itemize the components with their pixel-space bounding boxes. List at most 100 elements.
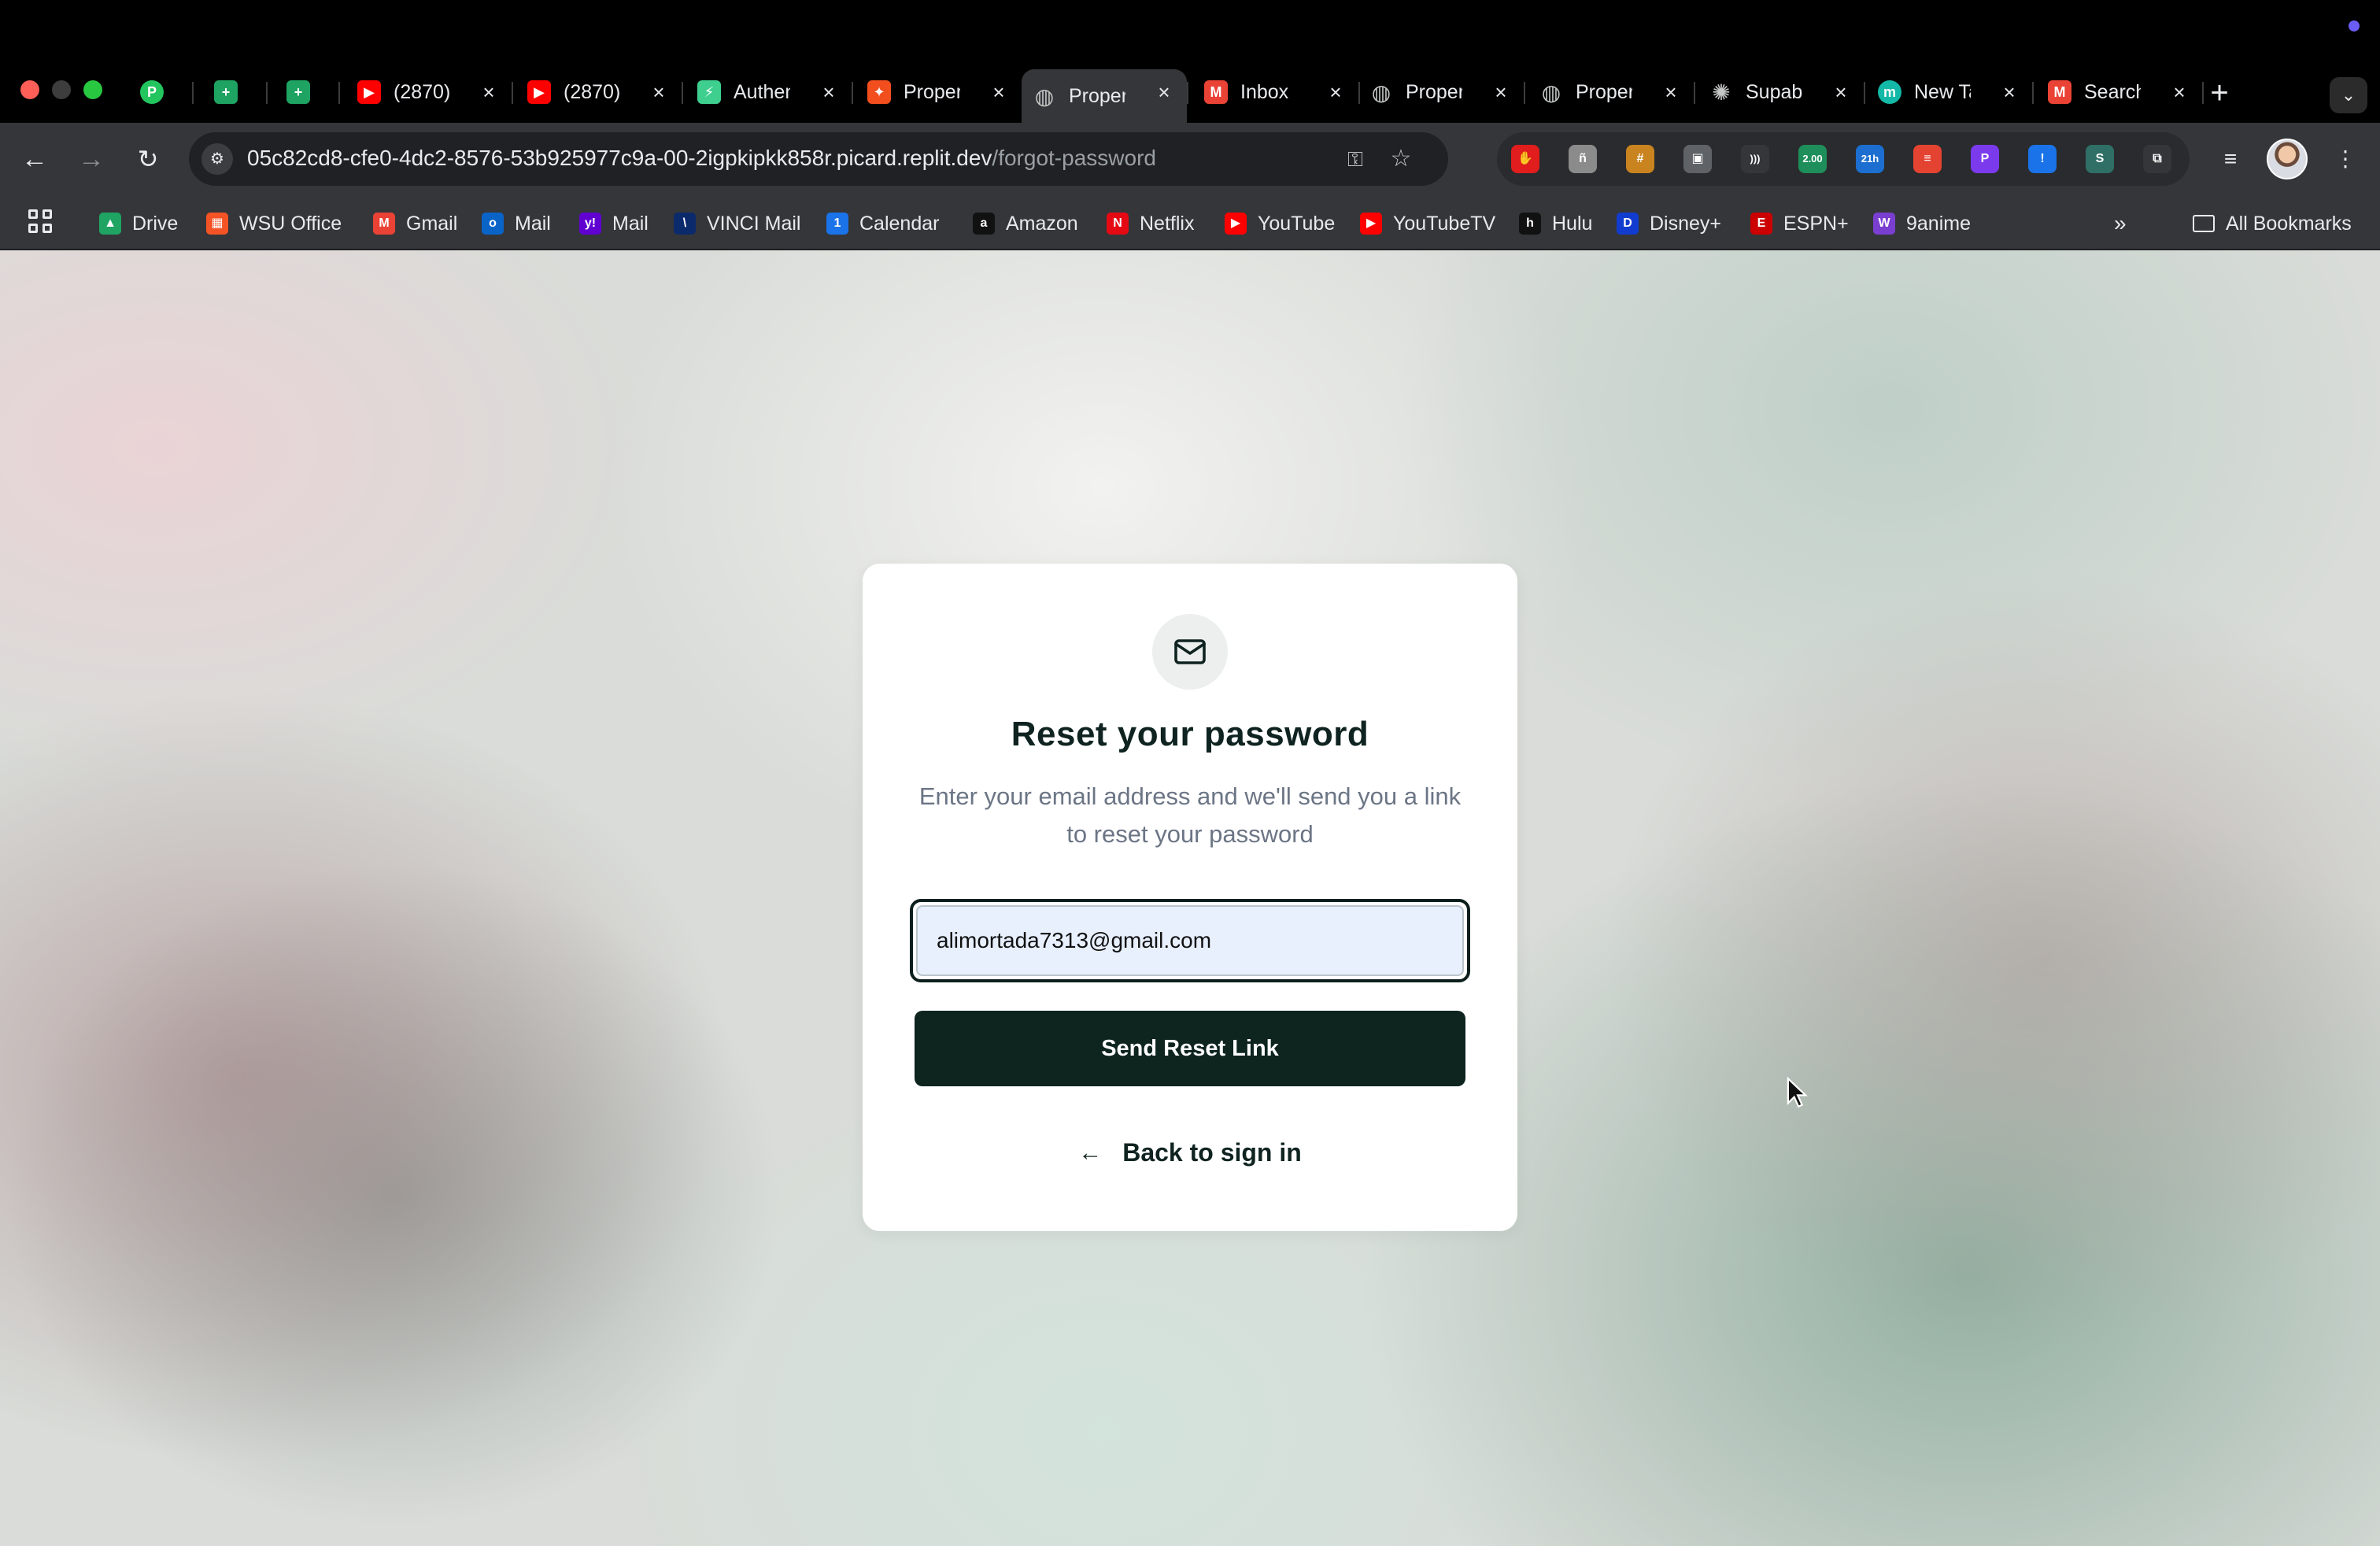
forward-button[interactable]: →	[74, 142, 109, 176]
tab-search-button[interactable]: ⌄	[2330, 77, 2367, 113]
bookmark-item[interactable]: ▲ Drive	[99, 209, 178, 238]
bookmark-item[interactable]: E ESPN+	[1750, 209, 1849, 238]
speed-icon[interactable]: 2.00	[1798, 145, 1827, 173]
bookmark-item[interactable]: N Netflix	[1107, 209, 1194, 238]
media-control-icon[interactable]: ≡	[2213, 142, 2248, 176]
system-menubar	[0, 0, 2380, 58]
tab-title: Property	[1406, 80, 1462, 103]
s-icon[interactable]: S	[2086, 145, 2114, 173]
url-path: /forgot-password	[992, 146, 1156, 170]
browser-tab[interactable]: ✦ Property ×	[856, 69, 1023, 115]
tab-title: Property	[904, 80, 960, 103]
close-tab-icon[interactable]: ×	[477, 80, 501, 104]
browser-tab[interactable]: m New Tab ×	[1867, 69, 2034, 115]
bookmark-item[interactable]: ▶ YouTubeTV	[1360, 209, 1495, 238]
browser-tab[interactable]: M Inbox ×	[1193, 69, 1360, 115]
send-reset-link-button[interactable]: Send Reset Link	[915, 1011, 1465, 1086]
bookmark-item[interactable]: y! Mail	[579, 209, 649, 238]
close-tab-icon[interactable]: ×	[1659, 80, 1683, 104]
browser-toolbar: ← → ↻ ⚙ 05c82cd8-cfe0-4dc2-8576-53b92597…	[0, 123, 2380, 195]
browser-tab[interactable]: ◍ Property ×	[1022, 69, 1188, 123]
bookmark-item[interactable]: a Amazon	[973, 209, 1078, 238]
browser-tab[interactable]: +	[275, 69, 340, 115]
address-bar[interactable]: ⚙ 05c82cd8-cfe0-4dc2-8576-53b925977c9a-0…	[189, 132, 1448, 186]
sheets-icon: +	[286, 80, 310, 104]
bookmark-item[interactable]: ▶ YouTube	[1225, 209, 1335, 238]
close-tab-icon[interactable]: ×	[2168, 80, 2191, 104]
bookmark-item[interactable]: M Gmail	[373, 209, 457, 238]
bookmark-item[interactable]: \ VINCI Mail	[674, 209, 800, 238]
all-bookmarks-label: All Bookmarks	[2226, 212, 2352, 235]
info-icon[interactable]: !	[2028, 145, 2057, 173]
bookmarks-bar: ▲ Drive ▦ WSU Office M Gmail o Mail y! Mail \ VINCI…	[0, 195, 2380, 250]
sheets-icon: +	[214, 80, 238, 104]
password-key-icon[interactable]: ⚿	[1340, 143, 1371, 175]
bookmark-label: Drive	[132, 212, 179, 235]
menu-kebab-icon[interactable]: ⋮	[2328, 142, 2363, 176]
youtube-icon: ▶	[527, 80, 551, 104]
yahoo-icon: y!	[579, 213, 601, 235]
browser-tab[interactable]: M Search ×	[2037, 69, 2204, 115]
minimize-window-button[interactable]	[52, 80, 71, 99]
back-button[interactable]: ←	[17, 142, 52, 176]
close-window-button[interactable]	[20, 80, 39, 99]
page-subtitle: Enter your email address and we'll send …	[918, 782, 1462, 848]
all-bookmarks-folder[interactable]: All Bookmarks	[2193, 209, 2352, 238]
url-host: 05c82cd8-cfe0-4dc2-8576-53b925977c9a-00-…	[247, 146, 992, 170]
bookmark-label: ESPN+	[1783, 212, 1849, 235]
browser-tab[interactable]: ✺ Supabase ×	[1698, 69, 1865, 115]
browser-tab[interactable]: ◍ Property ×	[1528, 69, 1695, 115]
audio-icon[interactable]: )))	[1741, 145, 1769, 173]
profile-avatar[interactable]	[2267, 139, 2308, 179]
browser-tab[interactable]: P	[129, 69, 194, 115]
close-tab-icon[interactable]: ×	[817, 80, 841, 104]
bookmark-label: VINCI Mail	[707, 212, 801, 235]
apps-grid-icon[interactable]	[28, 209, 54, 235]
more-bookmarks-chevron-icon[interactable]: »	[2114, 209, 2127, 238]
extension-gray-icon[interactable]: ñ	[1569, 145, 1597, 173]
timer-icon[interactable]: 21h	[1856, 145, 1884, 173]
gmail-icon: M	[1204, 80, 1228, 104]
close-tab-icon[interactable]: ×	[987, 80, 1011, 104]
extension-orange-icon[interactable]: #	[1626, 145, 1654, 173]
browser-tab[interactable]: ◍ Property ×	[1358, 69, 1525, 115]
close-tab-icon[interactable]: ×	[1998, 80, 2021, 104]
producthunt-icon: P	[140, 80, 164, 104]
bookmark-item[interactable]: W 9anime	[1873, 209, 1971, 238]
hulu-icon: h	[1519, 213, 1541, 235]
bookmark-label: YouTube	[1258, 212, 1336, 235]
maximize-window-button[interactable]	[83, 80, 102, 99]
mail-icon-badge	[1152, 614, 1228, 690]
bookmark-item[interactable]: h Hulu	[1519, 209, 1592, 238]
close-tab-icon[interactable]: ×	[647, 80, 671, 104]
browser-tab[interactable]: ▶ (2870) ×	[516, 69, 683, 115]
adblock-icon[interactable]: ✋	[1511, 145, 1539, 173]
twitch-icon[interactable]: P	[1971, 145, 1999, 173]
close-tab-icon[interactable]: ×	[1489, 80, 1513, 104]
email-input[interactable]: alimortada7313@gmail.com	[916, 905, 1464, 976]
browser-tab[interactable]: +	[203, 69, 268, 115]
figma-icon: ✦	[867, 80, 891, 104]
browser-tab[interactable]: ⚡ Authentication ×	[686, 69, 853, 115]
close-tab-icon[interactable]: ×	[1829, 80, 1853, 104]
bookmark-item[interactable]: ▦ WSU Office	[206, 209, 342, 238]
url-text[interactable]: 05c82cd8-cfe0-4dc2-8576-53b925977c9a-00-…	[247, 146, 1156, 171]
todoist-icon[interactable]: ≡	[1913, 145, 1942, 173]
site-info-icon[interactable]: ⚙	[201, 143, 233, 175]
browser-tab[interactable]: ▶ (2870) ×	[346, 69, 513, 115]
puzzle-icon[interactable]: ⧉	[2143, 145, 2171, 173]
tab-title: Property	[1576, 80, 1632, 103]
bookmark-item[interactable]: D Disney+	[1617, 209, 1721, 238]
back-to-sign-in-label: Back to sign in	[1122, 1138, 1302, 1167]
globe-icon: ◍	[1034, 83, 1055, 109]
bookmark-star-icon[interactable]: ☆	[1385, 143, 1417, 175]
close-tab-icon[interactable]: ×	[1324, 80, 1347, 104]
reload-button[interactable]: ↻	[131, 142, 165, 176]
close-tab-icon[interactable]: ×	[1152, 80, 1176, 104]
email-field[interactable]: alimortada7313@gmail.com	[910, 899, 1470, 982]
screenshot-icon[interactable]: ▣	[1683, 145, 1712, 173]
bookmark-item[interactable]: o Mail	[482, 209, 551, 238]
bookmark-item[interactable]: 1 Calendar	[826, 209, 939, 238]
new-tab-button[interactable]: +	[2204, 77, 2235, 110]
back-to-sign-in-link[interactable]: ← Back to sign in	[863, 1138, 1517, 1167]
